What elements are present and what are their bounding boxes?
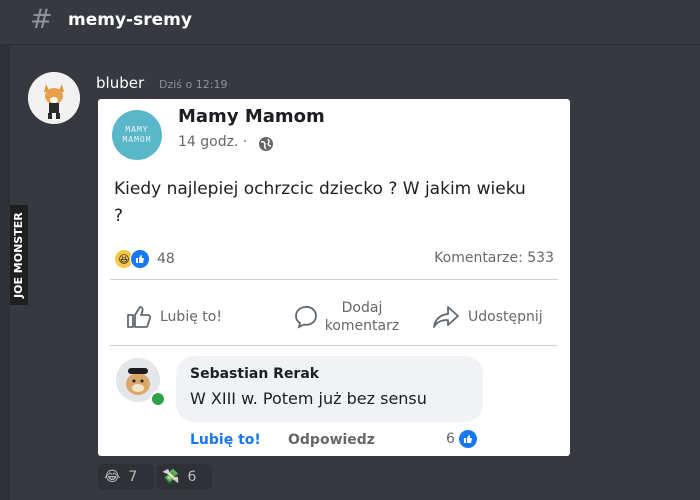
comment-like-link[interactable]: Lubię to!	[190, 432, 261, 448]
reaction-count-money: 6	[187, 469, 197, 485]
like-icon	[458, 430, 477, 448]
comments-count[interactable]: Komentarze: 533	[434, 250, 554, 266]
reaction-count-laughing: 7	[128, 469, 138, 485]
comment-likes[interactable]: 6	[446, 430, 477, 448]
divider	[110, 345, 558, 346]
post-text: Kiedy najlepiej ochrzcic dziecko ? W jak…	[114, 179, 526, 226]
reaction-count: 48	[157, 251, 175, 267]
comment-reply-link[interactable]: Odpowiedz	[288, 432, 375, 448]
comment-likes-count: 6	[446, 431, 455, 447]
channel-name[interactable]: memy-sremy	[68, 10, 192, 30]
thumbs-up-icon	[127, 306, 152, 328]
message-author[interactable]: bluber	[96, 74, 144, 92]
post-reactions[interactable]: 😆 48	[114, 249, 175, 269]
share-button[interactable]: Udostępnij	[432, 305, 543, 329]
avatar[interactable]	[28, 72, 80, 124]
like-label: Lubię to!	[160, 309, 222, 325]
facebook-post-embed: MAMY MAMOM Mamy Mamom 14 godz. · Kiedy n…	[98, 99, 570, 456]
like-reaction-icon	[130, 249, 150, 269]
reaction-laughing[interactable]: 😂 7	[98, 464, 154, 490]
comment-icon	[295, 305, 317, 329]
page-name[interactable]: Mamy Mamom	[178, 106, 325, 127]
comment-bubble: Sebastian Rerak W XIII w. Potem już bez …	[176, 356, 483, 422]
laughing-emoji-icon: 😂	[104, 469, 121, 485]
share-label: Udostępnij	[468, 309, 543, 325]
watermark: JOE MONSTER	[10, 205, 28, 305]
sidebar-strip	[0, 44, 10, 500]
comment-text: W XIII w. Potem już bez sensu	[190, 389, 427, 408]
share-icon	[433, 306, 459, 328]
money-emoji-icon: 💸	[162, 469, 180, 485]
fox-avatar-icon	[28, 72, 80, 124]
comment-author[interactable]: Sebastian Rerak	[190, 366, 319, 382]
reaction-money[interactable]: 💸 6	[156, 464, 212, 490]
globe-icon	[259, 137, 273, 151]
post-time: 14 godz. ·	[178, 134, 248, 150]
online-status-indicator	[150, 391, 166, 407]
message-timestamp: Dziś o 12:19	[159, 78, 228, 91]
divider	[110, 279, 558, 280]
channel-header: # memy-sremy	[0, 0, 700, 45]
logo-text: MAMY MAMOM	[122, 125, 152, 144]
comment-label: Dodaj komentarz	[324, 300, 400, 334]
comment-button[interactable]: Dodaj komentarz	[294, 299, 402, 335]
page-logo[interactable]: MAMY MAMOM	[112, 110, 162, 160]
hash-icon: #	[30, 4, 53, 35]
like-button[interactable]: Lubię to!	[126, 305, 222, 329]
